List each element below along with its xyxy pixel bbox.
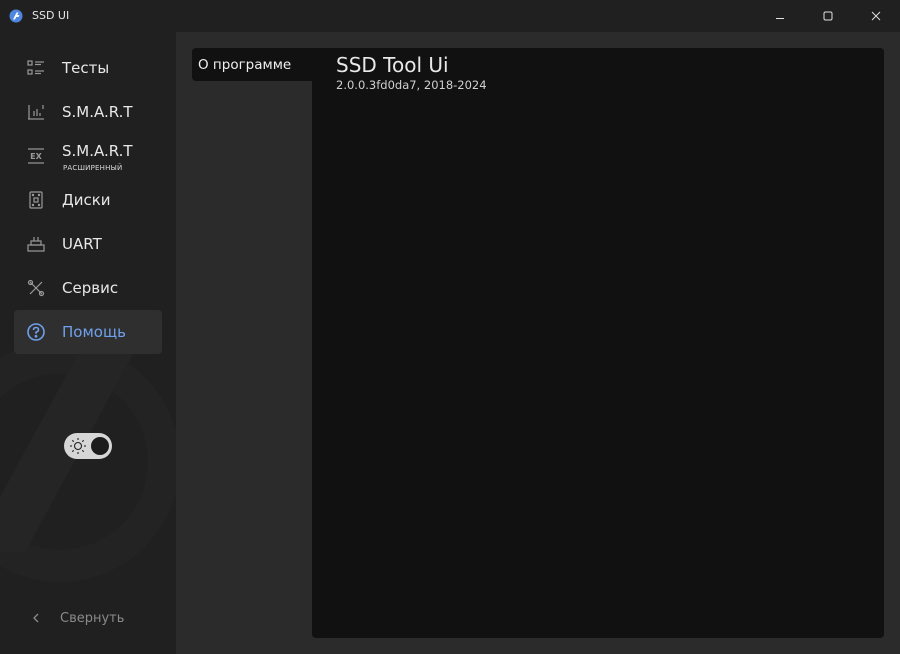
uart-icon [26,234,46,254]
sidebar: Тесты S.M.A.R.T EX S.M.A.R.T РАСШИРЕННЫЙ… [0,32,176,654]
sidebar-item-help[interactable]: Помощь [14,310,162,354]
sidebar-item-sublabel: РАСШИРЕННЫЙ [63,164,123,172]
minimize-icon [776,18,784,19]
sun-icon [70,438,86,454]
main-area: О программе SSD Tool Ui 2.0.0.3fd0da7, 2… [176,32,900,654]
toggle-knob [91,437,109,455]
list-icon [26,58,46,78]
sidebar-item-uart[interactable]: UART [14,222,162,266]
sidebar-item-label: UART [62,235,102,253]
close-button[interactable] [852,0,900,32]
chart-icon [26,102,46,122]
sidebar-item-disks[interactable]: Диски [14,178,162,222]
sidebar-item-service[interactable]: Сервис [14,266,162,310]
collapse-button[interactable]: Свернуть [30,608,124,628]
maximize-icon [823,11,833,21]
app-window: SSD UI Тесты S.M.A.R.T EX S.M.A.R.T РАСШ… [0,0,900,654]
help-icon [26,322,46,342]
about-panel: SSD Tool Ui 2.0.0.3fd0da7, 2018-2024 [312,48,884,638]
product-version: 2.0.0.3fd0da7, 2018-2024 [336,78,487,92]
maximize-button[interactable] [804,0,852,32]
window-title: SSD UI [32,9,70,22]
ex-icon: EX [26,146,46,166]
sidebar-item-label: S.M.A.R.T [62,142,133,160]
svg-text:EX: EX [30,152,42,161]
sidebar-item-label: Помощь [62,323,126,341]
app-logo-icon [9,9,23,23]
close-icon [871,11,881,21]
theme-toggle[interactable] [64,433,112,459]
sidebar-item-label: Тесты [62,59,110,77]
sidebar-item-label: S.M.A.R.T [62,103,133,121]
tab-label: О программе [198,56,292,73]
sidebar-item-smart[interactable]: S.M.A.R.T [14,90,162,134]
tools-icon [26,278,46,298]
minimize-button[interactable] [756,0,804,32]
sidebar-item-smart-extended[interactable]: EX S.M.A.R.T РАСШИРЕННЫЙ [14,134,162,178]
sidebar-item-label: Диски [62,191,111,209]
collapse-label: Свернуть [60,610,125,626]
product-name: SSD Tool Ui [336,53,449,77]
tab-about[interactable]: О программе [192,48,316,81]
title-bar[interactable]: SSD UI [0,0,900,32]
disk-icon [26,190,46,210]
sidebar-item-tests[interactable]: Тесты [14,46,162,90]
sidebar-item-label: Сервис [62,279,119,297]
chevron-left-icon [33,613,39,623]
